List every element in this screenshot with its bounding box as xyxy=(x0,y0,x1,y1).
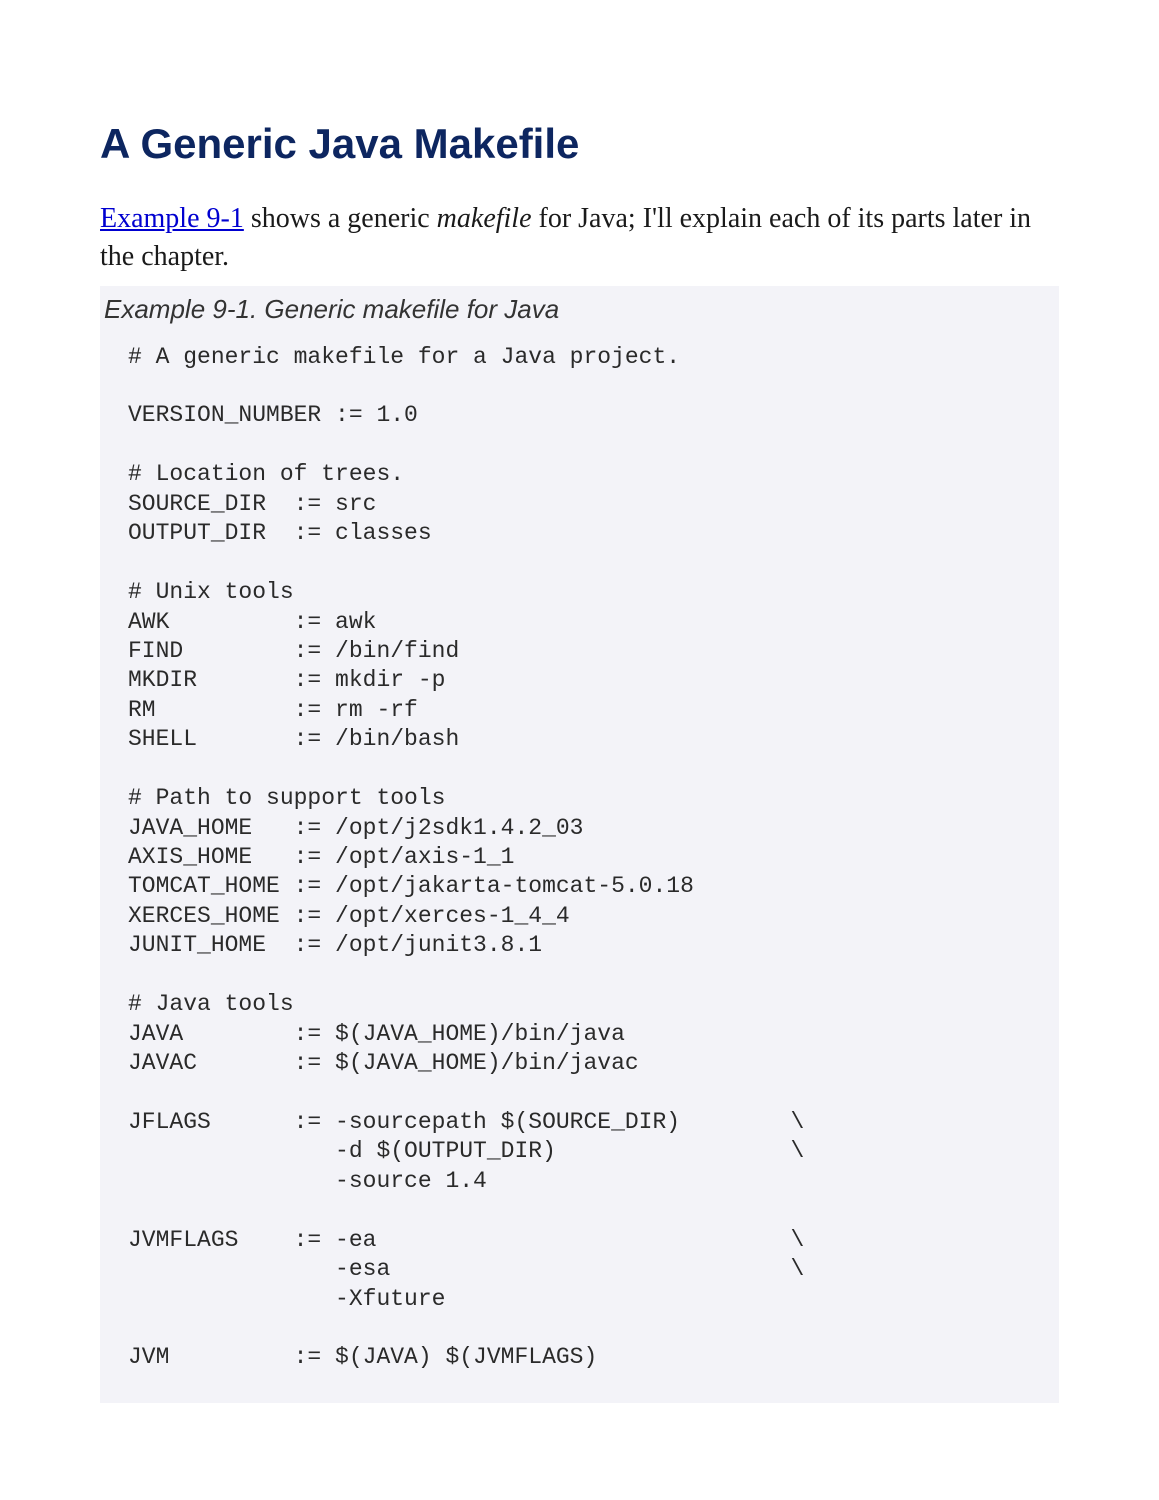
intro-text-1: shows a generic xyxy=(244,203,437,234)
code-listing: # A generic makefile for a Java project.… xyxy=(100,343,1059,1373)
example-block: Example 9-1. Generic makefile for Java #… xyxy=(100,286,1059,1403)
intro-italic: makefile xyxy=(437,203,532,234)
example-caption: Example 9-1. Generic makefile for Java xyxy=(100,294,1059,325)
example-link[interactable]: Example 9-1 xyxy=(100,203,244,234)
intro-paragraph: Example 9-1 shows a generic makefile for… xyxy=(100,200,1059,276)
page-title: A Generic Java Makefile xyxy=(100,120,1059,168)
